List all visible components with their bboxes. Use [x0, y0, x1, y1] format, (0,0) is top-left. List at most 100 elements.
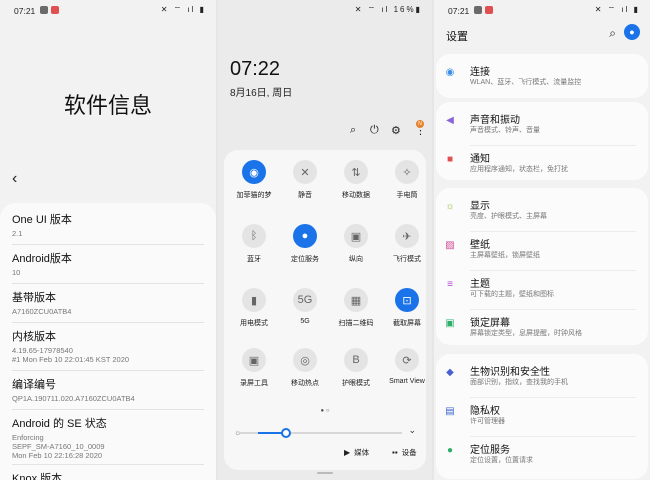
tile-location[interactable]: ● 定位服务 — [280, 224, 330, 264]
tile-bluetooth[interactable]: ᛒ 蓝牙 — [229, 224, 279, 264]
power-icon[interactable]: ⏻ — [370, 124, 379, 137]
brightness-slider-handle[interactable] — [281, 428, 291, 438]
settings-item-title: 隐私权 — [470, 406, 500, 417]
tile-smart-view[interactable]: ⟳ Smart View — [382, 348, 432, 385]
info-item[interactable]: One UI 版本 2.1 — [12, 211, 204, 238]
clock: 07:22 — [230, 58, 281, 80]
settings-item-subtitle: 亮度、护眼模式、主屏幕 — [470, 213, 547, 220]
info-item-label: One UI 版本 — [12, 214, 72, 226]
themes-icon: ≡ — [447, 279, 453, 290]
info-item[interactable]: Knox 版本 — [12, 470, 204, 480]
settings-screen: 07:21 ✕ ⌔ ıl ▮ 设置 ⌕ ● ◉ 连接 WLAN、蓝牙、飞行模式、流量… — [434, 0, 650, 480]
settings-item-subtitle: 声音模式、铃声、音量 — [470, 127, 540, 134]
settings-item-sound[interactable]: ◀ 声音和振动 声音模式、铃声、音量 — [436, 111, 648, 141]
quick-settings-card: ◉ 加菲猫的梦 ✕ 静音 ⇅ 移动数据 ✧ 手电筒 ᛒ 蓝牙 ● 定位服务 ▣ 纵向 ✈ 飞行模式 ▮ 用电模式 5… — [224, 150, 426, 470]
info-item-value: A7160ZCU0ATB4 — [12, 307, 72, 316]
tile-screen-recorder[interactable]: ▣ 录屏工具 — [229, 348, 279, 388]
info-item[interactable]: 内核版本 4.19.65-17978540 #1 Mon Feb 10 22:01… — [12, 328, 204, 364]
media-button[interactable]: ▶ 媒体 — [344, 447, 369, 458]
privacy-icon: ▤ — [445, 406, 455, 417]
info-item[interactable]: Android版本 10 — [12, 250, 204, 277]
tile-label: 移动热点 — [291, 380, 319, 387]
screen-recorder-icon: ▣ — [242, 348, 266, 372]
search-icon[interactable]: ⌕ — [609, 26, 616, 41]
wifi-icon: ◉ — [445, 67, 455, 78]
settings-item-wallpaper[interactable]: ▨ 壁纸 主屏幕壁纸，锁屏壁纸 — [436, 236, 648, 266]
portrait-icon: ▣ — [344, 224, 368, 248]
brightness-slider[interactable] — [240, 428, 402, 438]
tile-screenshot[interactable]: ⊡ 截取屏幕 — [382, 288, 432, 328]
devices-button[interactable]: ▪▪ 设备 — [392, 447, 417, 458]
wifi-icon: ◉ — [242, 160, 266, 184]
devices-icon: ▪▪ — [392, 448, 398, 457]
info-item-value: 4.19.65-17978540 #1 Mon Feb 10 22:01:45 … — [12, 346, 130, 364]
settings-item-notification[interactable]: ■ 通知 应用程序通知，状态栏，免打扰 — [436, 150, 648, 180]
notification-badge-icon — [40, 6, 48, 14]
status-bar: 07:21 ✕ ⌔ ıl ▮ — [434, 0, 650, 22]
tile-mute[interactable]: ✕ 静音 — [280, 160, 330, 200]
media-label: 媒体 — [354, 448, 370, 457]
settings-item-subtitle: 屏幕锁定类型，息屏提醒，时钟风格 — [470, 330, 582, 337]
info-item[interactable]: 基带版本 A7160ZCU0ATB4 — [12, 289, 204, 316]
tile-mobile-data[interactable]: ⇅ 移动数据 — [331, 160, 381, 200]
settings-item-subtitle: 应用程序通知，状态栏，免打扰 — [470, 166, 568, 173]
tile-label: 5G — [300, 318, 310, 325]
settings-item-display[interactable]: ☼ 显示 亮度、护眼模式、主屏幕 — [436, 197, 648, 227]
settings-group: ◆ 生物识别和安全性 面部识别，指纹，查找我的手机 ▤ 隐私权 许可管理器 ● 定位服务 定位设… — [436, 354, 648, 479]
account-avatar-icon[interactable]: ● — [624, 24, 640, 40]
tile-wifi[interactable]: ◉ 加菲猫的梦 — [229, 160, 279, 200]
location-icon: ● — [446, 445, 454, 456]
tile-eye-comfort[interactable]: B 护眼模式 — [331, 348, 381, 388]
tile-airplane[interactable]: ✈ 飞行模式 — [382, 224, 432, 264]
power-mode-icon: ▮ — [242, 288, 266, 312]
settings-item-subtitle: 定位设置，位置请求 — [470, 457, 533, 464]
notification-badge-icon — [485, 6, 493, 14]
back-arrow-icon[interactable]: ‹ — [12, 170, 17, 188]
display-icon: ☼ — [445, 201, 455, 212]
page-title: 软件信息 — [63, 93, 152, 118]
divider — [470, 270, 636, 271]
info-item-value: 2.1 — [12, 229, 23, 238]
tile-power-mode[interactable]: ▮ 用电模式 — [229, 288, 279, 328]
divider — [470, 436, 636, 437]
settings-item-title: 锁定屏幕 — [470, 318, 510, 329]
tile-hotspot[interactable]: ◎ 移动热点 — [280, 348, 330, 388]
settings-item-subtitle: 主屏幕壁纸，锁屏壁纸 — [470, 252, 540, 259]
wallpaper-icon: ▨ — [445, 240, 455, 251]
settings-item-title: 通知 — [470, 154, 490, 165]
info-item-label: Android版本 — [12, 253, 72, 265]
gear-icon[interactable]: ⚙ — [391, 124, 401, 137]
status-icons: ✕ ⌔ ıl ▮ — [160, 5, 206, 14]
settings-item-wifi[interactable]: ◉ 连接 WLAN、蓝牙、飞行模式、流量监控 — [436, 63, 648, 93]
search-icon[interactable]: ⌕ — [350, 124, 356, 137]
5g-icon: 5G — [293, 288, 317, 312]
chevron-down-icon[interactable]: ⌄ — [408, 425, 416, 436]
settings-item-title: 定位服务 — [470, 445, 510, 456]
notification-badge-icon — [51, 6, 59, 14]
settings-group: ☼ 显示 亮度、护眼模式、主屏幕 ▨ 壁纸 主屏幕壁纸，锁屏壁纸 ≡ 主题 可下载的主题，壁纸和… — [436, 188, 648, 345]
tile-label: 定位服务 — [291, 256, 319, 263]
info-item[interactable]: Android 的 SE 状态 Enforcing SEPF_SM-A7160_1… — [12, 415, 204, 460]
settings-item-privacy[interactable]: ▤ 隐私权 许可管理器 — [436, 402, 648, 432]
play-icon: ▶ — [344, 448, 351, 457]
tile-flashlight[interactable]: ✧ 手电筒 — [382, 160, 432, 200]
divider — [470, 231, 636, 232]
tile-qr-code[interactable]: ▦ 扫描二维码 — [331, 288, 381, 328]
info-item-label: 基带版本 — [12, 292, 56, 304]
info-item-value: QP1A.190711.020.A7160ZCU0ATB4 — [12, 394, 135, 403]
settings-item-location[interactable]: ● 定位服务 定位设置，位置请求 — [436, 441, 648, 471]
mute-icon: ✕ — [293, 160, 317, 184]
lock-screen-icon: ▣ — [445, 318, 455, 329]
settings-item-themes[interactable]: ≡ 主题 可下载的主题，壁纸和图标 — [436, 275, 648, 305]
tile-5g[interactable]: 5G 5G — [280, 288, 330, 325]
settings-item-lock-screen[interactable]: ▣ 锁定屏幕 屏幕锁定类型，息屏提醒，时钟风格 — [436, 314, 648, 344]
status-icons: ✕ ⌔ ıl ▮ — [594, 5, 640, 14]
tile-portrait[interactable]: ▣ 纵向 — [331, 224, 381, 264]
flashlight-icon: ✧ — [395, 160, 419, 184]
divider — [12, 244, 204, 245]
settings-item-title: 连接 — [470, 67, 490, 78]
info-item[interactable]: 编译编号 QP1A.190711.020.A7160ZCU0ATB4 — [12, 376, 204, 403]
drag-handle[interactable] — [317, 472, 333, 474]
settings-item-subtitle: 许可管理器 — [470, 418, 505, 425]
settings-item-shield[interactable]: ◆ 生物识别和安全性 面部识别，指纹，查找我的手机 — [436, 363, 648, 393]
